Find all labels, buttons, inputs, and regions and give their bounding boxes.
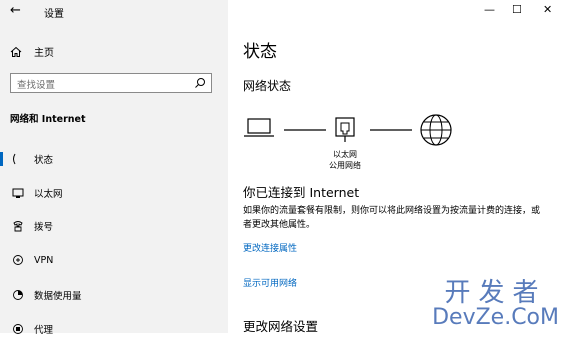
dialup-icon (11, 219, 25, 233)
home-label: 主页 (34, 48, 54, 59)
vpn-icon (11, 253, 25, 267)
app-title: 设置 (44, 9, 64, 20)
section-heading: 网络和 Internet (10, 114, 86, 125)
search-placeholder: 查找设置 (17, 80, 56, 91)
sidebar-item-label: 状态 (34, 155, 54, 166)
search-icon (195, 78, 205, 88)
watermark: 开发者 DevZe.CoM (432, 279, 559, 329)
sidebar-item-proxy[interactable]: 代理 (0, 315, 228, 343)
network-diagram: 以太网 公用网络 (240, 112, 470, 182)
sidebar-item-label: 以太网 (34, 189, 63, 200)
sidebar-item-data-usage[interactable]: 数据使用量 (0, 281, 228, 309)
ethernet-label: 以太网 (333, 150, 357, 159)
close-button[interactable]: ✕ (543, 3, 552, 16)
change-connection-properties-link[interactable]: 更改连接属性 (243, 241, 297, 254)
metered-description: 如果你的流量套餐有限制，则你可以将此网络设置为按流量计费的连接，或者更改其他属性… (243, 206, 541, 230)
network-status-heading: 网络状态 (243, 79, 292, 93)
watermark-en: DevZe.CoM (432, 305, 559, 330)
sidebar: ← 设置 主页 查找设置 网络和 Internet 状态 以太网 拨号 VPN … (0, 0, 228, 336)
ethernet-icon (11, 186, 25, 200)
proxy-icon (11, 322, 25, 336)
sidebar-item-status[interactable]: 状态 (0, 145, 228, 173)
sidebar-item-dialup[interactable]: 拨号 (0, 212, 228, 240)
sidebar-item-vpn[interactable]: VPN (0, 246, 228, 274)
maximize-button[interactable]: ☐ (512, 3, 522, 16)
status-icon (11, 152, 25, 166)
search-input[interactable]: 查找设置 (10, 73, 212, 93)
home-icon (10, 46, 22, 57)
minimize-button[interactable]: — (484, 3, 495, 16)
network-type-label: 公用网络 (329, 161, 361, 170)
change-network-settings-heading: 更改网络设置 (243, 319, 319, 334)
data-usage-icon (11, 288, 25, 302)
home-link[interactable]: 主页 (10, 44, 54, 59)
show-available-networks-link[interactable]: 显示可用网络 (243, 276, 297, 289)
sidebar-item-label: 拨号 (34, 222, 54, 233)
watermark-cn: 开发者 (444, 278, 547, 308)
sidebar-item-ethernet[interactable]: 以太网 (0, 179, 228, 207)
sidebar-item-label: 代理 (34, 325, 54, 336)
globe-icon (420, 114, 452, 146)
sidebar-item-label: 数据使用量 (34, 291, 82, 302)
page-title: 状态 (243, 42, 277, 62)
connection-status: 你已连接到 Internet (243, 185, 360, 200)
back-arrow-icon[interactable]: ← (10, 3, 21, 18)
sidebar-item-label: VPN (34, 254, 54, 266)
computer-icon (244, 118, 274, 137)
ethernet-icon (335, 117, 355, 142)
